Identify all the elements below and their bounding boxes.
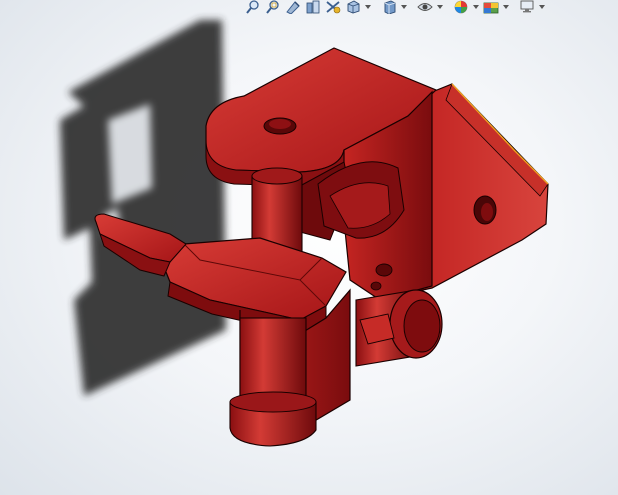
dynamic-annotation-icon[interactable]	[324, 0, 342, 14]
hide-show-items-icon[interactable]	[416, 0, 434, 14]
edit-appearance-icon[interactable]	[452, 0, 470, 14]
section-view-icon[interactable]	[304, 0, 322, 14]
view-settings-dropdown[interactable]	[538, 0, 546, 14]
graphics-area[interactable]	[0, 0, 618, 495]
zoom-to-area-icon[interactable]	[264, 0, 282, 14]
adjustment-knob[interactable]	[355, 289, 443, 367]
hide-show-items-dropdown[interactable]	[436, 0, 444, 14]
model-shadow	[60, 20, 226, 396]
view-orientation-dropdown[interactable]	[364, 0, 372, 14]
view-orientation-icon[interactable]	[344, 0, 362, 14]
edit-appearance-dropdown[interactable]	[472, 0, 480, 14]
previous-view-icon[interactable]	[284, 0, 302, 14]
zoom-to-fit-icon[interactable]	[244, 0, 262, 14]
heads-up-view-toolbar	[244, 0, 618, 14]
display-style-dropdown[interactable]	[400, 0, 408, 14]
apply-scene-icon[interactable]	[482, 0, 500, 14]
view-settings-icon[interactable]	[518, 0, 536, 14]
apply-scene-dropdown[interactable]	[502, 0, 510, 14]
model-canvas[interactable]	[0, 0, 618, 495]
display-style-icon[interactable]	[380, 0, 398, 14]
